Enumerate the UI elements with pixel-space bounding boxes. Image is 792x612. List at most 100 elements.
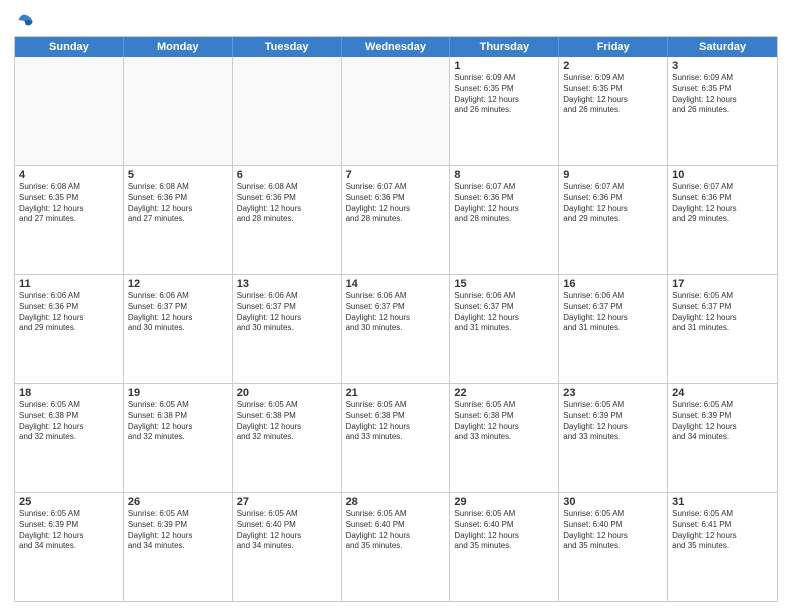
- calendar-cell: 4Sunrise: 6:08 AM Sunset: 6:35 PM Daylig…: [15, 166, 124, 274]
- day-number: 7: [346, 169, 446, 181]
- day-number: 30: [563, 496, 663, 508]
- calendar-cell: 7Sunrise: 6:07 AM Sunset: 6:36 PM Daylig…: [342, 166, 451, 274]
- calendar-cell: 15Sunrise: 6:06 AM Sunset: 6:37 PM Dayli…: [450, 275, 559, 383]
- cell-info: Sunrise: 6:08 AM Sunset: 6:36 PM Dayligh…: [237, 182, 337, 225]
- calendar-row: 4Sunrise: 6:08 AM Sunset: 6:35 PM Daylig…: [15, 165, 777, 274]
- day-number: 6: [237, 169, 337, 181]
- calendar-cell: 26Sunrise: 6:05 AM Sunset: 6:39 PM Dayli…: [124, 493, 233, 601]
- calendar-cell: 13Sunrise: 6:06 AM Sunset: 6:37 PM Dayli…: [233, 275, 342, 383]
- cell-info: Sunrise: 6:05 AM Sunset: 6:40 PM Dayligh…: [346, 509, 446, 552]
- calendar-cell: 29Sunrise: 6:05 AM Sunset: 6:40 PM Dayli…: [450, 493, 559, 601]
- cell-info: Sunrise: 6:05 AM Sunset: 6:40 PM Dayligh…: [454, 509, 554, 552]
- calendar-cell: 19Sunrise: 6:05 AM Sunset: 6:38 PM Dayli…: [124, 384, 233, 492]
- calendar-row: 25Sunrise: 6:05 AM Sunset: 6:39 PM Dayli…: [15, 492, 777, 601]
- cell-info: Sunrise: 6:05 AM Sunset: 6:38 PM Dayligh…: [19, 400, 119, 443]
- page: SundayMondayTuesdayWednesdayThursdayFrid…: [0, 0, 792, 612]
- cell-info: Sunrise: 6:09 AM Sunset: 6:35 PM Dayligh…: [454, 73, 554, 116]
- cell-info: Sunrise: 6:06 AM Sunset: 6:36 PM Dayligh…: [19, 291, 119, 334]
- calendar-cell: 2Sunrise: 6:09 AM Sunset: 6:35 PM Daylig…: [559, 57, 668, 165]
- day-number: 28: [346, 496, 446, 508]
- cell-info: Sunrise: 6:05 AM Sunset: 6:39 PM Dayligh…: [563, 400, 663, 443]
- day-number: 12: [128, 278, 228, 290]
- weekday-header: Monday: [124, 37, 233, 57]
- day-number: 23: [563, 387, 663, 399]
- cell-info: Sunrise: 6:05 AM Sunset: 6:39 PM Dayligh…: [128, 509, 228, 552]
- calendar-cell: 10Sunrise: 6:07 AM Sunset: 6:36 PM Dayli…: [668, 166, 777, 274]
- day-number: 29: [454, 496, 554, 508]
- calendar-cell: 22Sunrise: 6:05 AM Sunset: 6:38 PM Dayli…: [450, 384, 559, 492]
- cell-info: Sunrise: 6:05 AM Sunset: 6:39 PM Dayligh…: [19, 509, 119, 552]
- calendar-cell: 6Sunrise: 6:08 AM Sunset: 6:36 PM Daylig…: [233, 166, 342, 274]
- cell-info: Sunrise: 6:07 AM Sunset: 6:36 PM Dayligh…: [346, 182, 446, 225]
- cell-info: Sunrise: 6:05 AM Sunset: 6:38 PM Dayligh…: [454, 400, 554, 443]
- day-number: 5: [128, 169, 228, 181]
- calendar-cell: 1Sunrise: 6:09 AM Sunset: 6:35 PM Daylig…: [450, 57, 559, 165]
- cell-info: Sunrise: 6:06 AM Sunset: 6:37 PM Dayligh…: [128, 291, 228, 334]
- day-number: 20: [237, 387, 337, 399]
- calendar-cell: 3Sunrise: 6:09 AM Sunset: 6:35 PM Daylig…: [668, 57, 777, 165]
- calendar-cell: 24Sunrise: 6:05 AM Sunset: 6:39 PM Dayli…: [668, 384, 777, 492]
- day-number: 2: [563, 60, 663, 72]
- day-number: 8: [454, 169, 554, 181]
- day-number: 18: [19, 387, 119, 399]
- header: [14, 10, 778, 30]
- calendar-cell: 9Sunrise: 6:07 AM Sunset: 6:36 PM Daylig…: [559, 166, 668, 274]
- cell-info: Sunrise: 6:05 AM Sunset: 6:37 PM Dayligh…: [672, 291, 773, 334]
- cell-info: Sunrise: 6:06 AM Sunset: 6:37 PM Dayligh…: [237, 291, 337, 334]
- cell-info: Sunrise: 6:09 AM Sunset: 6:35 PM Dayligh…: [563, 73, 663, 116]
- weekday-header: Thursday: [450, 37, 559, 57]
- day-number: 21: [346, 387, 446, 399]
- cell-info: Sunrise: 6:08 AM Sunset: 6:35 PM Dayligh…: [19, 182, 119, 225]
- calendar-cell: 8Sunrise: 6:07 AM Sunset: 6:36 PM Daylig…: [450, 166, 559, 274]
- day-number: 16: [563, 278, 663, 290]
- calendar-row: 1Sunrise: 6:09 AM Sunset: 6:35 PM Daylig…: [15, 57, 777, 165]
- calendar-row: 18Sunrise: 6:05 AM Sunset: 6:38 PM Dayli…: [15, 383, 777, 492]
- calendar-header: SundayMondayTuesdayWednesdayThursdayFrid…: [15, 37, 777, 57]
- day-number: 26: [128, 496, 228, 508]
- calendar-cell: [342, 57, 451, 165]
- cell-info: Sunrise: 6:05 AM Sunset: 6:38 PM Dayligh…: [128, 400, 228, 443]
- calendar-cell: 28Sunrise: 6:05 AM Sunset: 6:40 PM Dayli…: [342, 493, 451, 601]
- calendar-cell: 27Sunrise: 6:05 AM Sunset: 6:40 PM Dayli…: [233, 493, 342, 601]
- day-number: 14: [346, 278, 446, 290]
- weekday-header: Wednesday: [342, 37, 451, 57]
- day-number: 19: [128, 387, 228, 399]
- day-number: 3: [672, 60, 773, 72]
- calendar-cell: 25Sunrise: 6:05 AM Sunset: 6:39 PM Dayli…: [15, 493, 124, 601]
- calendar-cell: 16Sunrise: 6:06 AM Sunset: 6:37 PM Dayli…: [559, 275, 668, 383]
- weekday-header: Sunday: [15, 37, 124, 57]
- calendar-cell: 17Sunrise: 6:05 AM Sunset: 6:37 PM Dayli…: [668, 275, 777, 383]
- calendar-cell: 21Sunrise: 6:05 AM Sunset: 6:38 PM Dayli…: [342, 384, 451, 492]
- calendar-body: 1Sunrise: 6:09 AM Sunset: 6:35 PM Daylig…: [15, 57, 777, 601]
- cell-info: Sunrise: 6:05 AM Sunset: 6:38 PM Dayligh…: [346, 400, 446, 443]
- cell-info: Sunrise: 6:05 AM Sunset: 6:41 PM Dayligh…: [672, 509, 773, 552]
- weekday-header: Friday: [559, 37, 668, 57]
- calendar-cell: 23Sunrise: 6:05 AM Sunset: 6:39 PM Dayli…: [559, 384, 668, 492]
- cell-info: Sunrise: 6:07 AM Sunset: 6:36 PM Dayligh…: [454, 182, 554, 225]
- cell-info: Sunrise: 6:07 AM Sunset: 6:36 PM Dayligh…: [563, 182, 663, 225]
- logo: [14, 10, 36, 30]
- cell-info: Sunrise: 6:05 AM Sunset: 6:40 PM Dayligh…: [237, 509, 337, 552]
- day-number: 13: [237, 278, 337, 290]
- calendar-cell: 18Sunrise: 6:05 AM Sunset: 6:38 PM Dayli…: [15, 384, 124, 492]
- calendar-cell: 31Sunrise: 6:05 AM Sunset: 6:41 PM Dayli…: [668, 493, 777, 601]
- day-number: 17: [672, 278, 773, 290]
- cell-info: Sunrise: 6:05 AM Sunset: 6:39 PM Dayligh…: [672, 400, 773, 443]
- day-number: 15: [454, 278, 554, 290]
- day-number: 25: [19, 496, 119, 508]
- day-number: 24: [672, 387, 773, 399]
- cell-info: Sunrise: 6:05 AM Sunset: 6:40 PM Dayligh…: [563, 509, 663, 552]
- cell-info: Sunrise: 6:07 AM Sunset: 6:36 PM Dayligh…: [672, 182, 773, 225]
- logo-icon: [16, 10, 36, 30]
- cell-info: Sunrise: 6:09 AM Sunset: 6:35 PM Dayligh…: [672, 73, 773, 116]
- calendar-cell: 12Sunrise: 6:06 AM Sunset: 6:37 PM Dayli…: [124, 275, 233, 383]
- day-number: 31: [672, 496, 773, 508]
- calendar-cell: 11Sunrise: 6:06 AM Sunset: 6:36 PM Dayli…: [15, 275, 124, 383]
- day-number: 9: [563, 169, 663, 181]
- cell-info: Sunrise: 6:06 AM Sunset: 6:37 PM Dayligh…: [563, 291, 663, 334]
- calendar-cell: [124, 57, 233, 165]
- calendar-cell: 30Sunrise: 6:05 AM Sunset: 6:40 PM Dayli…: [559, 493, 668, 601]
- calendar-cell: 14Sunrise: 6:06 AM Sunset: 6:37 PM Dayli…: [342, 275, 451, 383]
- weekday-header: Saturday: [668, 37, 777, 57]
- day-number: 22: [454, 387, 554, 399]
